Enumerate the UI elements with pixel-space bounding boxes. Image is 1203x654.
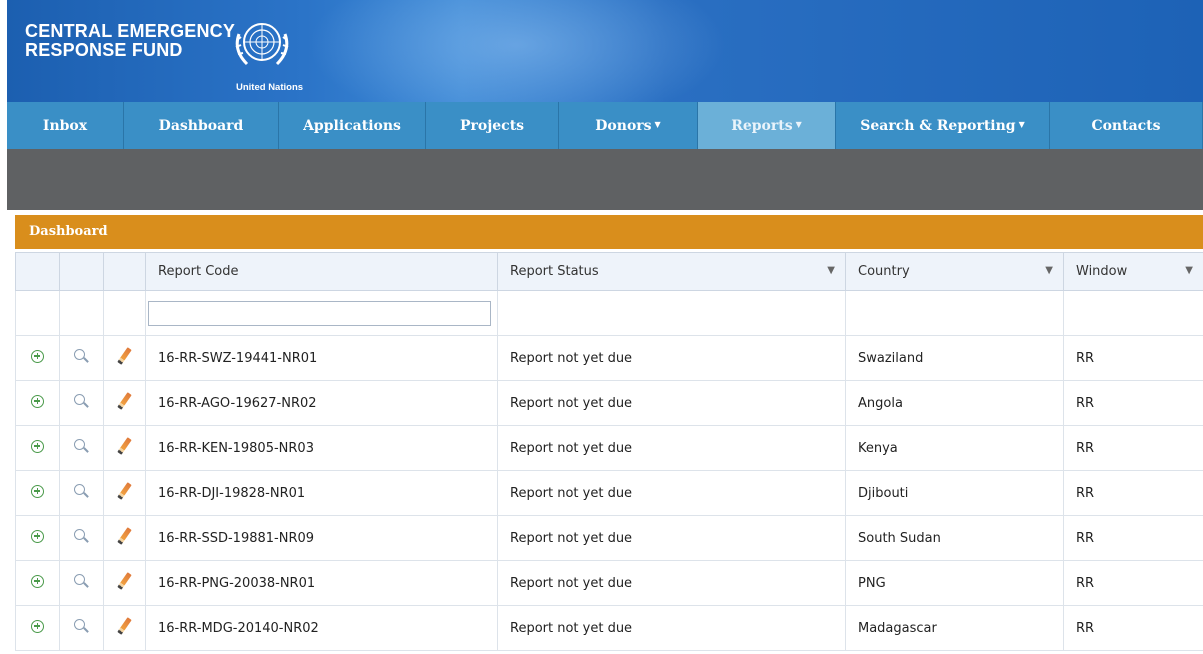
un-emblem-icon (235, 23, 289, 66)
nav-item-search-reporting[interactable]: Search & Reporting ▼ (836, 102, 1050, 149)
dropdown-caret-icon: ▼ (1018, 118, 1025, 129)
cell-window: RR (1063, 515, 1203, 561)
header-icon-col-2 (59, 252, 104, 291)
cell-code: 16-RR-AGO-19627-NR02 (145, 380, 498, 426)
nav-item-projects[interactable]: Projects (426, 102, 559, 149)
brand-title[interactable]: CENTRAL EMERGENCY RESPONSE FUND (25, 22, 235, 60)
table-row: 16-RR-PNG-20038-NR01 Report not yet due PN… (15, 560, 1203, 606)
nav-item-reports[interactable]: Reports ▼ (698, 102, 836, 149)
view-icon[interactable] (74, 438, 85, 450)
toolbar-band (7, 149, 1203, 210)
expand-icon[interactable] (31, 619, 44, 633)
cell-code: 16-RR-DJI-19828-NR01 (145, 470, 498, 516)
nav-item-inbox[interactable]: Inbox (7, 102, 124, 149)
table-row: 16-RR-AGO-19627-NR02 Report not yet due An… (15, 380, 1203, 426)
filter-icon[interactable]: ▼ (827, 265, 835, 276)
cell-code: 16-RR-MDG-20140-NR02 (145, 605, 498, 651)
report-code-filter-input[interactable] (148, 300, 491, 326)
edit-icon[interactable] (117, 392, 132, 410)
cell-country: Kenya (845, 425, 1064, 471)
cell-country: Djibouti (845, 470, 1064, 516)
nav-item-dashboard[interactable]: Dashboard (124, 102, 279, 149)
expand-icon[interactable] (31, 349, 44, 363)
cell-status: Report not yet due (497, 470, 846, 516)
cell-code: 16-RR-SSD-19881-NR09 (145, 515, 498, 561)
cell-code: 16-RR-PNG-20038-NR01 (145, 560, 498, 606)
filter-row (15, 290, 1203, 336)
edit-icon[interactable] (117, 437, 132, 455)
cell-window: RR (1063, 605, 1203, 651)
expand-icon[interactable] (31, 529, 44, 543)
column-header-window[interactable]: Window ▼ (1063, 252, 1203, 291)
edit-icon[interactable] (117, 617, 132, 635)
table-row: 16-RR-SSD-19881-NR09 Report not yet due So… (15, 515, 1203, 561)
cell-window: RR (1063, 380, 1203, 426)
view-icon[interactable] (74, 348, 85, 360)
column-header-report-status[interactable]: Report Status ▼ (497, 252, 846, 291)
cell-code: 16-RR-KEN-19805-NR03 (145, 425, 498, 471)
cell-country: Angola (845, 380, 1064, 426)
view-icon[interactable] (74, 573, 85, 585)
main-nav: Inbox Dashboard Applications Projects Donors… (7, 102, 1203, 149)
table-row: 16-RR-MDG-20140-NR02 Report not yet due Ma… (15, 605, 1203, 651)
header-banner: CENTRAL EMERGENCY RESPONSE FUND United N… (7, 0, 1203, 102)
cell-window: RR (1063, 425, 1203, 471)
cell-status: Report not yet due (497, 380, 846, 426)
view-icon[interactable] (74, 618, 85, 630)
edit-icon[interactable] (117, 572, 132, 590)
un-label: United Nations (236, 82, 304, 93)
cell-window: RR (1063, 335, 1203, 381)
table-header-row: Report Code Report Status ▼ Country ▼ Wind… (15, 252, 1203, 291)
expand-icon[interactable] (31, 394, 44, 408)
cell-window: RR (1063, 560, 1203, 606)
table-row: 16-RR-SWZ-19441-NR01 Report not yet due Sw… (15, 335, 1203, 381)
reports-table: Report Code Report Status ▼ Country ▼ Wind… (15, 252, 1203, 651)
cell-country: PNG (845, 560, 1064, 606)
header-icon-col-1 (15, 252, 60, 291)
column-header-country[interactable]: Country ▼ (845, 252, 1064, 291)
edit-icon[interactable] (117, 482, 132, 500)
view-icon[interactable] (74, 528, 85, 540)
filter-icon[interactable]: ▼ (1185, 265, 1193, 276)
dropdown-caret-icon: ▼ (654, 118, 661, 129)
expand-icon[interactable] (31, 484, 44, 498)
cell-status: Report not yet due (497, 605, 846, 651)
nav-item-donors[interactable]: Donors ▼ (559, 102, 698, 149)
header-icon-col-3 (103, 252, 146, 291)
nav-item-contacts[interactable]: Contacts (1050, 102, 1203, 149)
view-icon[interactable] (74, 483, 85, 495)
panel-title: Dashboard (15, 215, 1203, 249)
cell-status: Report not yet due (497, 335, 846, 381)
brand-line-1: CENTRAL EMERGENCY (25, 21, 236, 41)
brand-line-2: RESPONSE FUND (25, 40, 183, 60)
cell-status: Report not yet due (497, 515, 846, 561)
edit-icon[interactable] (117, 527, 132, 545)
cell-window: RR (1063, 470, 1203, 516)
expand-icon[interactable] (31, 439, 44, 453)
cell-status: Report not yet due (497, 425, 846, 471)
cell-code: 16-RR-SWZ-19441-NR01 (145, 335, 498, 381)
column-header-report-code[interactable]: Report Code (145, 252, 498, 291)
nav-item-applications[interactable]: Applications (279, 102, 426, 149)
table-row: 16-RR-KEN-19805-NR03 Report not yet due Ke… (15, 425, 1203, 471)
cell-country: South Sudan (845, 515, 1064, 561)
dropdown-caret-icon: ▼ (795, 118, 802, 129)
cell-country: Madagascar (845, 605, 1064, 651)
expand-icon[interactable] (31, 574, 44, 588)
view-icon[interactable] (74, 393, 85, 405)
filter-icon[interactable]: ▼ (1045, 265, 1053, 276)
cell-status: Report not yet due (497, 560, 846, 606)
cell-country: Swaziland (845, 335, 1064, 381)
table-row: 16-RR-DJI-19828-NR01 Report not yet due Dj… (15, 470, 1203, 516)
edit-icon[interactable] (117, 347, 132, 365)
